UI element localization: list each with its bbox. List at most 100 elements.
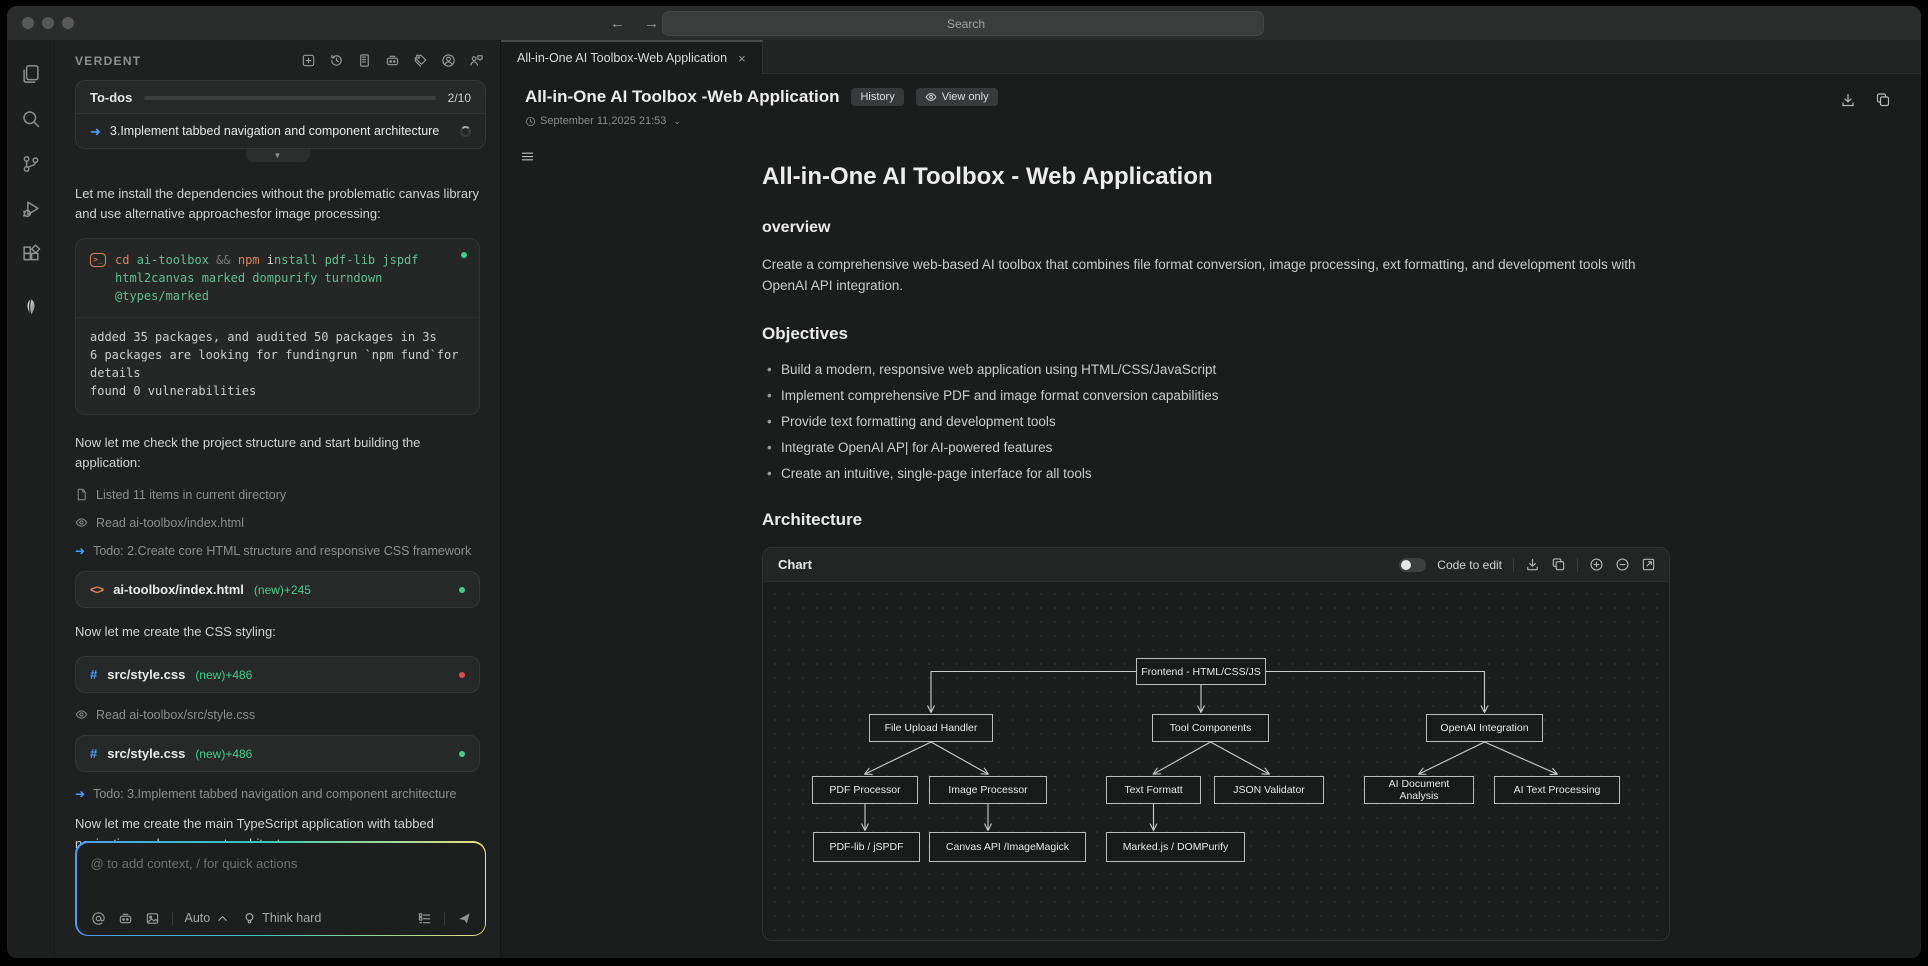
flowchart-node-aitext[interactable]: AI Text Processing: [1494, 776, 1620, 804]
tags-icon[interactable]: [413, 53, 428, 68]
files-icon[interactable]: [21, 64, 41, 84]
zoom-in-icon[interactable]: [1589, 557, 1604, 572]
flowchart-node-marked[interactable]: Marked.js / DOMPurify: [1106, 832, 1245, 862]
tool-step[interactable]: Listed 11 items in current directory: [75, 487, 480, 504]
download-icon[interactable]: [1840, 92, 1856, 108]
tab-all-in-one-ai-toolbox[interactable]: All-in-One AI Toolbox-Web Application ×: [501, 40, 763, 74]
activity-bar: [7, 40, 55, 958]
queue-icon[interactable]: [417, 911, 432, 926]
flowchart-edge: [865, 741, 932, 774]
current-todo-row[interactable]: ➜ 3.Implement tabbed navigation and comp…: [76, 113, 485, 148]
send-icon[interactable]: [457, 911, 472, 926]
tool-step[interactable]: Read ai-toolbox/index.html: [75, 515, 480, 532]
code-to-edit-label: Code to edit: [1437, 557, 1502, 572]
flowchart-node-pdf[interactable]: PDF Processor: [812, 776, 918, 804]
todos-progress-bar: [144, 95, 436, 100]
download-icon[interactable]: [1525, 557, 1540, 572]
hash-icon: #: [90, 667, 98, 682]
document-header: All-in-One AI Toolbox -Web Application H…: [501, 74, 1921, 127]
flowchart-node-aidoc[interactable]: AI Document Analysis: [1364, 776, 1474, 804]
chat-feed: Let me install the dependencies without …: [55, 162, 500, 958]
notes-icon[interactable]: [357, 53, 372, 68]
file-chip[interactable]: # src/style.css (new)+486: [75, 656, 480, 693]
architecture-heading: Architecture: [762, 510, 863, 529]
clock-icon: [525, 116, 536, 127]
search-input[interactable]: Search: [662, 11, 1264, 36]
robot-icon[interactable]: [118, 911, 133, 926]
at-icon[interactable]: [91, 911, 106, 926]
mode-label: Auto: [184, 911, 211, 925]
file-chip[interactable]: # src/style.css (new)+486: [75, 735, 480, 772]
code-to-edit-toggle[interactable]: [1399, 557, 1427, 572]
document-date[interactable]: September 11,2025 21:53 ⌄: [525, 115, 1897, 127]
image-icon[interactable]: [145, 911, 160, 926]
search-placeholder: Search: [946, 16, 986, 31]
flowchart-node-json[interactable]: JSON Validator: [1214, 776, 1324, 804]
flowchart-node-canvas[interactable]: Canvas API /ImageMagick: [929, 832, 1086, 862]
terminal-block[interactable]: >_ cd ai-toolbox && npm install pdf-lib j…: [75, 238, 480, 415]
robot-icon[interactable]: [385, 53, 400, 68]
tool-step[interactable]: ➜ Todo: 2.Create core HTML structure and …: [75, 543, 480, 560]
file-chip[interactable]: <> ai-toolbox/index.html (new)+245: [75, 571, 480, 608]
step-text: Read ai-toolbox/src/style.css: [96, 708, 256, 722]
status-dot: [459, 586, 465, 593]
flowchart-canvas[interactable]: Frontend - HTML/CSS/JS File Upload Handle…: [763, 582, 1669, 940]
flowchart-node-frontend[interactable]: Frontend - HTML/CSS/JS: [1136, 658, 1266, 685]
flowchart-node-tools[interactable]: Tool Components: [1152, 714, 1269, 742]
close-window-button[interactable]: [22, 17, 34, 29]
menu-icon[interactable]: [520, 149, 535, 164]
flowchart-edge: [1154, 741, 1212, 774]
copy-icon[interactable]: [1875, 92, 1891, 108]
chart-panel: Chart Code to edit Frontend - HTML/CSS/J…: [762, 547, 1670, 941]
flowchart-node-img[interactable]: Image Processor: [929, 776, 1047, 804]
zoom-window-button[interactable]: [62, 17, 74, 29]
forward-arrow-icon[interactable]: →: [644, 15, 659, 32]
zoom-out-icon[interactable]: [1615, 557, 1630, 572]
extensions-icon[interactable]: [21, 244, 41, 264]
flowchart-edge: [1265, 670, 1485, 713]
flowchart-edge: [931, 670, 1137, 713]
search-icon[interactable]: [21, 109, 41, 129]
current-todo-text: 3.Implement tabbed navigation and compon…: [109, 124, 440, 138]
tab-close-icon[interactable]: ×: [738, 51, 746, 66]
todos-label: To-dos: [90, 90, 133, 105]
tool-step[interactable]: Read ai-toolbox/src/style.css: [75, 707, 480, 724]
flowchart-node-openai[interactable]: OpenAI Integration: [1426, 714, 1543, 742]
verdent-logo-icon[interactable]: [21, 297, 41, 317]
panel-title: VERDENT: [75, 53, 142, 68]
eye-icon: [925, 91, 937, 103]
mode-selector[interactable]: Auto: [185, 911, 231, 926]
account-icon[interactable]: [441, 53, 456, 68]
feedback-icon[interactable]: [469, 53, 484, 68]
todo-arrow-icon: ➜: [75, 787, 86, 801]
chat-input[interactable]: @ to add context, / for quick actions Au…: [76, 842, 485, 935]
copy-icon[interactable]: [1551, 557, 1566, 572]
flowchart-node-upload[interactable]: File Upload Handler: [869, 714, 993, 742]
minimize-window-button[interactable]: [42, 17, 54, 29]
todo-arrow-icon: ➜: [75, 544, 86, 558]
eye-icon: [75, 708, 88, 721]
think-hard-toggle[interactable]: Think hard: [242, 911, 321, 926]
document-title: All-in-One AI Toolbox -Web Application: [525, 87, 840, 106]
objectives-heading: Objectives: [762, 324, 848, 343]
window-controls: [22, 17, 74, 29]
verdent-panel: VERDENT To-dos 2/10 ➜ 3.Implement tabbed…: [55, 40, 501, 958]
todos-collapse-button[interactable]: ▼: [245, 149, 310, 162]
new-task-icon[interactable]: [301, 53, 316, 68]
chevron-down-icon: ⌄: [673, 115, 681, 126]
step-text: Listed 11 items in current directory: [96, 488, 287, 502]
tool-step[interactable]: ➜ Todo: 3.Implement tabbed navigation and…: [75, 786, 480, 803]
terminal-command: cd ai-toolbox && npm install pdf-lib jsp…: [115, 253, 419, 303]
history-badge[interactable]: History: [851, 88, 904, 106]
flowchart-node-textf[interactable]: Text Formatt: [1106, 776, 1201, 804]
step-text: Todo: 2.Create core HTML structure and r…: [93, 544, 472, 558]
open-external-icon[interactable]: [1641, 557, 1656, 572]
back-arrow-icon[interactable]: ←: [610, 15, 625, 32]
think-label: Think hard: [262, 911, 322, 925]
step-text: Todo: 3.Implement tabbed navigation and …: [93, 787, 457, 801]
debug-icon[interactable]: [21, 199, 41, 219]
history-icon[interactable]: [329, 53, 344, 68]
flowchart-node-pdflib[interactable]: PDF-lib / jSPDF: [813, 832, 920, 862]
step-text: Read ai-toolbox/index.html: [96, 516, 244, 530]
source-control-icon[interactable]: [21, 154, 41, 174]
